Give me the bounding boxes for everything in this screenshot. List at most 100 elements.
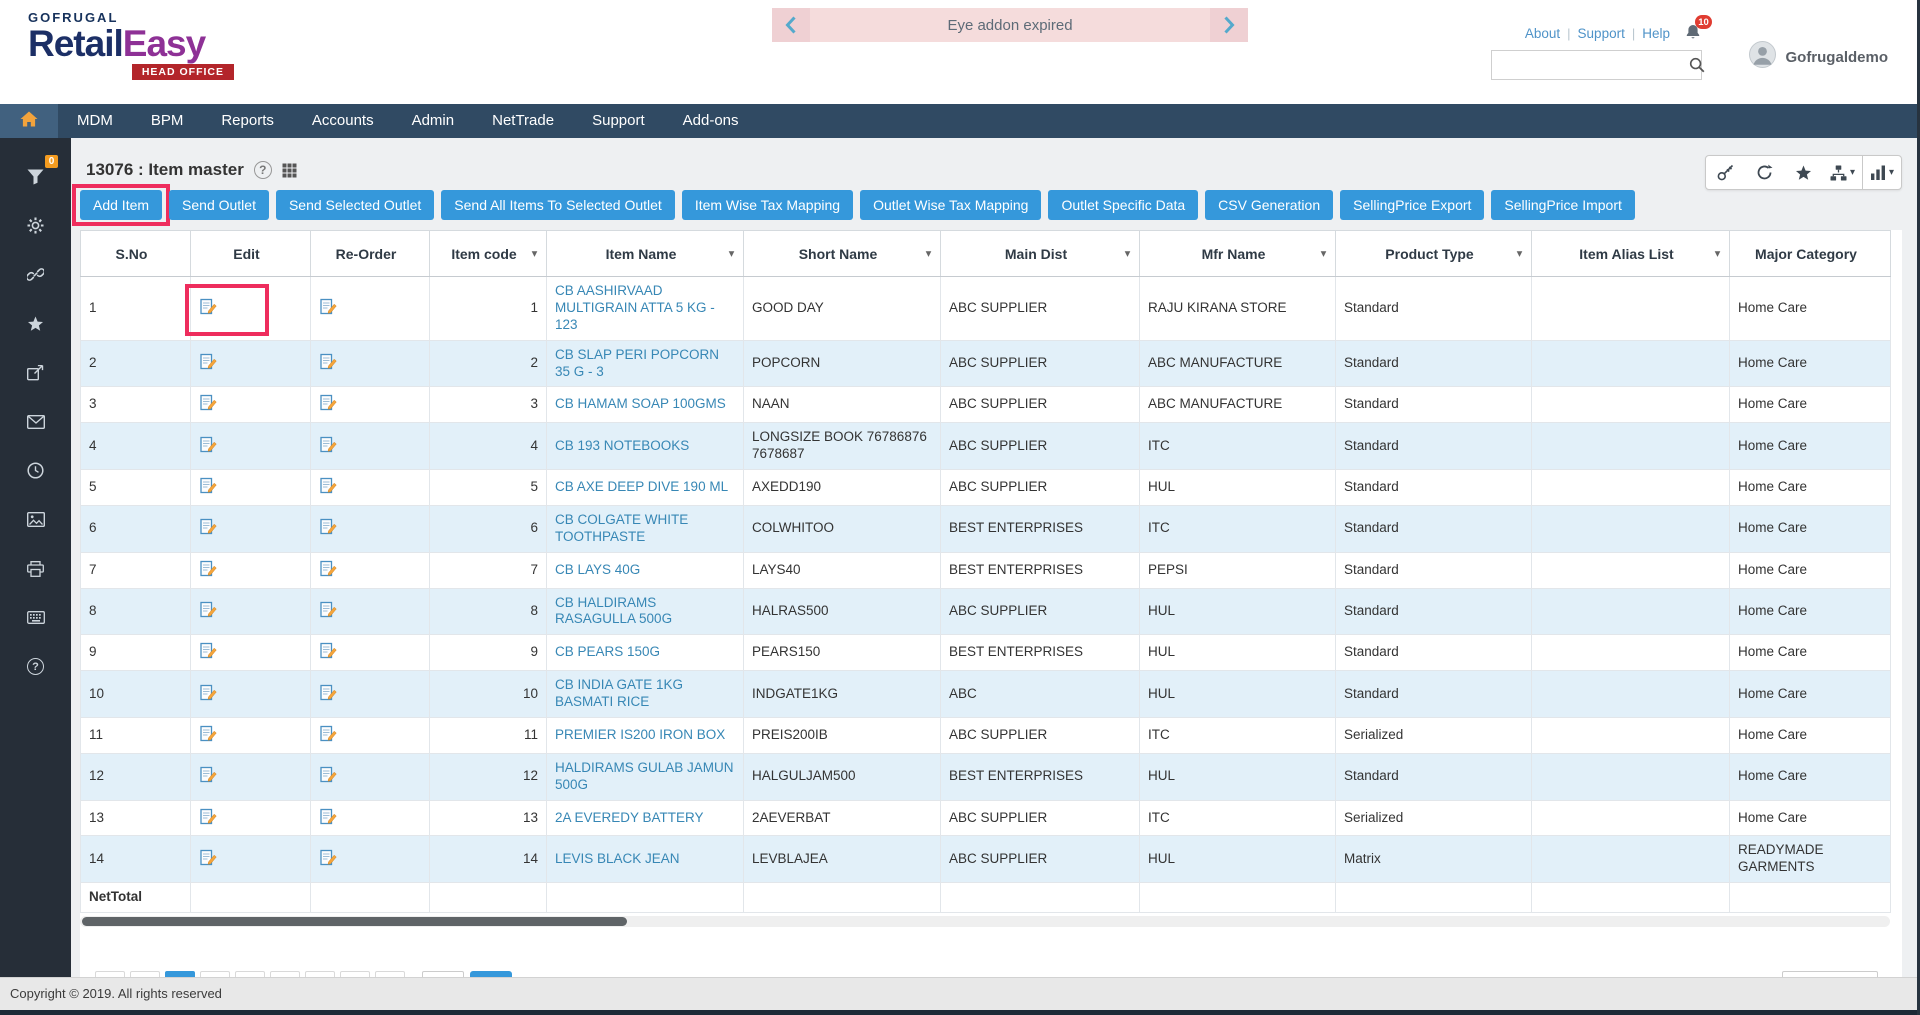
reorder-icon[interactable] xyxy=(319,352,338,371)
column-header-item-name[interactable]: Item Name ▾ xyxy=(546,230,744,277)
edit-icon[interactable] xyxy=(199,807,218,826)
reorder-icon[interactable] xyxy=(319,517,338,536)
send-outlet-button[interactable]: Send Outlet xyxy=(169,190,269,220)
sellingprice-export-button[interactable]: SellingPrice Export xyxy=(1340,190,1485,220)
grid-icon[interactable] xyxy=(282,163,297,178)
refresh-icon[interactable] xyxy=(1745,156,1784,189)
nav-item-add-ons[interactable]: Add-ons xyxy=(664,104,758,138)
edit-icon[interactable] xyxy=(199,352,218,371)
reorder-icon[interactable] xyxy=(319,641,338,660)
edit-icon[interactable] xyxy=(185,283,269,336)
star-icon[interactable] xyxy=(1784,156,1823,189)
reorder-icon[interactable] xyxy=(319,435,338,454)
clock-icon[interactable] xyxy=(0,446,71,495)
edit-icon[interactable] xyxy=(199,559,218,578)
sort-caret-icon[interactable]: ▾ xyxy=(1321,248,1326,259)
edit-icon[interactable] xyxy=(199,600,218,619)
item-name-link[interactable]: CB PEARS 150G xyxy=(555,644,660,659)
home-tab[interactable] xyxy=(0,104,58,138)
edit-icon[interactable] xyxy=(199,683,218,702)
reorder-icon[interactable] xyxy=(319,476,338,495)
horizontal-scrollbar[interactable] xyxy=(80,916,1890,927)
scrollbar-thumb[interactable] xyxy=(82,917,627,926)
banner-prev-icon[interactable] xyxy=(772,8,810,42)
column-header-item-code[interactable]: Item code ▾ xyxy=(429,230,547,277)
column-header-mfr-name[interactable]: Mfr Name ▾ xyxy=(1139,230,1336,277)
user-menu[interactable]: Gofrugaldemo xyxy=(1749,41,1888,73)
sitemap-icon[interactable]: ▾ xyxy=(1823,156,1862,189)
sort-caret-icon[interactable]: ▾ xyxy=(1517,248,1522,259)
sort-caret-icon[interactable]: ▾ xyxy=(1125,248,1130,259)
chart-icon[interactable]: ▾ xyxy=(1862,156,1901,189)
item-name-link[interactable]: CB SLAP PERI POPCORN 35 G - 3 xyxy=(555,347,719,379)
item-name-link[interactable]: HALDIRAMS GULAB JAMUN 500G xyxy=(555,760,734,792)
header-link-support[interactable]: Support xyxy=(1578,26,1625,41)
nav-item-reports[interactable]: Reports xyxy=(202,104,293,138)
sellingprice-import-button[interactable]: SellingPrice Import xyxy=(1491,190,1635,220)
edit-icon[interactable] xyxy=(199,848,218,867)
nav-item-nettrade[interactable]: NetTrade xyxy=(473,104,573,138)
reorder-icon[interactable] xyxy=(319,393,338,412)
edit-icon[interactable] xyxy=(199,765,218,784)
send-icon[interactable] xyxy=(0,348,71,397)
reorder-icon[interactable] xyxy=(319,807,338,826)
add-item-button[interactable]: Add Item xyxy=(71,184,171,226)
csv-generation-button[interactable]: CSV Generation xyxy=(1205,190,1334,220)
send-all-items-to-selected-outlet-button[interactable]: Send All Items To Selected Outlet xyxy=(441,190,675,220)
edit-icon[interactable] xyxy=(199,435,218,454)
nav-item-mdm[interactable]: MDM xyxy=(58,104,132,138)
item-name-link[interactable]: LEVIS BLACK JEAN xyxy=(555,851,680,866)
help-icon[interactable]: ? xyxy=(253,161,272,179)
item-name-link[interactable]: CB AXE DEEP DIVE 190 ML xyxy=(555,479,728,494)
outlet-wise-tax-mapping-button[interactable]: Outlet Wise Tax Mapping xyxy=(860,190,1042,220)
column-header-product-type[interactable]: Product Type ▾ xyxy=(1335,230,1532,277)
item-name-link[interactable]: CB INDIA GATE 1KG BASMATI RICE xyxy=(555,677,683,709)
reorder-icon[interactable] xyxy=(319,683,338,702)
reorder-icon[interactable] xyxy=(319,724,338,743)
nav-item-admin[interactable]: Admin xyxy=(393,104,474,138)
column-header-short-name[interactable]: Short Name ▾ xyxy=(743,230,941,277)
header-link-help[interactable]: Help xyxy=(1642,26,1670,41)
column-header-main-dist[interactable]: Main Dist ▾ xyxy=(940,230,1140,277)
send-selected-outlet-button[interactable]: Send Selected Outlet xyxy=(275,190,435,220)
reorder-icon[interactable] xyxy=(319,297,338,316)
sort-caret-icon[interactable]: ▾ xyxy=(729,248,734,259)
item-name-link[interactable]: PREMIER IS200 IRON BOX xyxy=(555,727,725,742)
key-icon[interactable] xyxy=(1706,156,1745,189)
reorder-icon[interactable] xyxy=(319,600,338,619)
header-link-about[interactable]: About xyxy=(1525,26,1560,41)
notification-bell-icon[interactable]: 10 xyxy=(1685,15,1712,42)
item-name-link[interactable]: CB 193 NOTEBOOKS xyxy=(555,438,689,453)
edit-icon[interactable] xyxy=(199,724,218,743)
sort-caret-icon[interactable]: ▾ xyxy=(1715,248,1720,259)
banner-next-icon[interactable] xyxy=(1210,8,1248,42)
item-name-link[interactable]: 2A EVEREDY BATTERY xyxy=(555,810,704,825)
item-name-link[interactable]: CB COLGATE WHITE TOOTHPASTE xyxy=(555,512,688,544)
edit-icon[interactable] xyxy=(199,517,218,536)
item-name-link[interactable]: CB LAYS 40G xyxy=(555,562,640,577)
nav-item-support[interactable]: Support xyxy=(573,104,664,138)
column-header-item-alias-list[interactable]: Item Alias List ▾ xyxy=(1531,230,1730,277)
gear-icon[interactable] xyxy=(0,201,71,250)
sort-caret-icon[interactable]: ▾ xyxy=(532,248,537,259)
reorder-icon[interactable] xyxy=(319,848,338,867)
link-icon[interactable] xyxy=(0,250,71,299)
nav-item-bpm[interactable]: BPM xyxy=(132,104,203,138)
edit-icon[interactable] xyxy=(199,393,218,412)
keyboard-icon[interactable] xyxy=(0,593,71,642)
edit-icon[interactable] xyxy=(199,476,218,495)
reorder-icon[interactable] xyxy=(319,559,338,578)
help-icon[interactable]: ? xyxy=(0,642,71,691)
item-wise-tax-mapping-button[interactable]: Item Wise Tax Mapping xyxy=(681,190,854,220)
mail-icon[interactable] xyxy=(0,397,71,446)
item-name-link[interactable]: CB HAMAM SOAP 100GMS xyxy=(555,396,726,411)
search-icon[interactable] xyxy=(1689,57,1705,73)
sort-caret-icon[interactable]: ▾ xyxy=(926,248,931,259)
image-icon[interactable] xyxy=(0,495,71,544)
search-input[interactable] xyxy=(1492,51,1689,79)
reorder-icon[interactable] xyxy=(319,765,338,784)
star-icon[interactable] xyxy=(0,299,71,348)
edit-icon[interactable] xyxy=(199,641,218,660)
outlet-specific-data-button[interactable]: Outlet Specific Data xyxy=(1048,190,1199,220)
print-icon[interactable] xyxy=(0,544,71,593)
